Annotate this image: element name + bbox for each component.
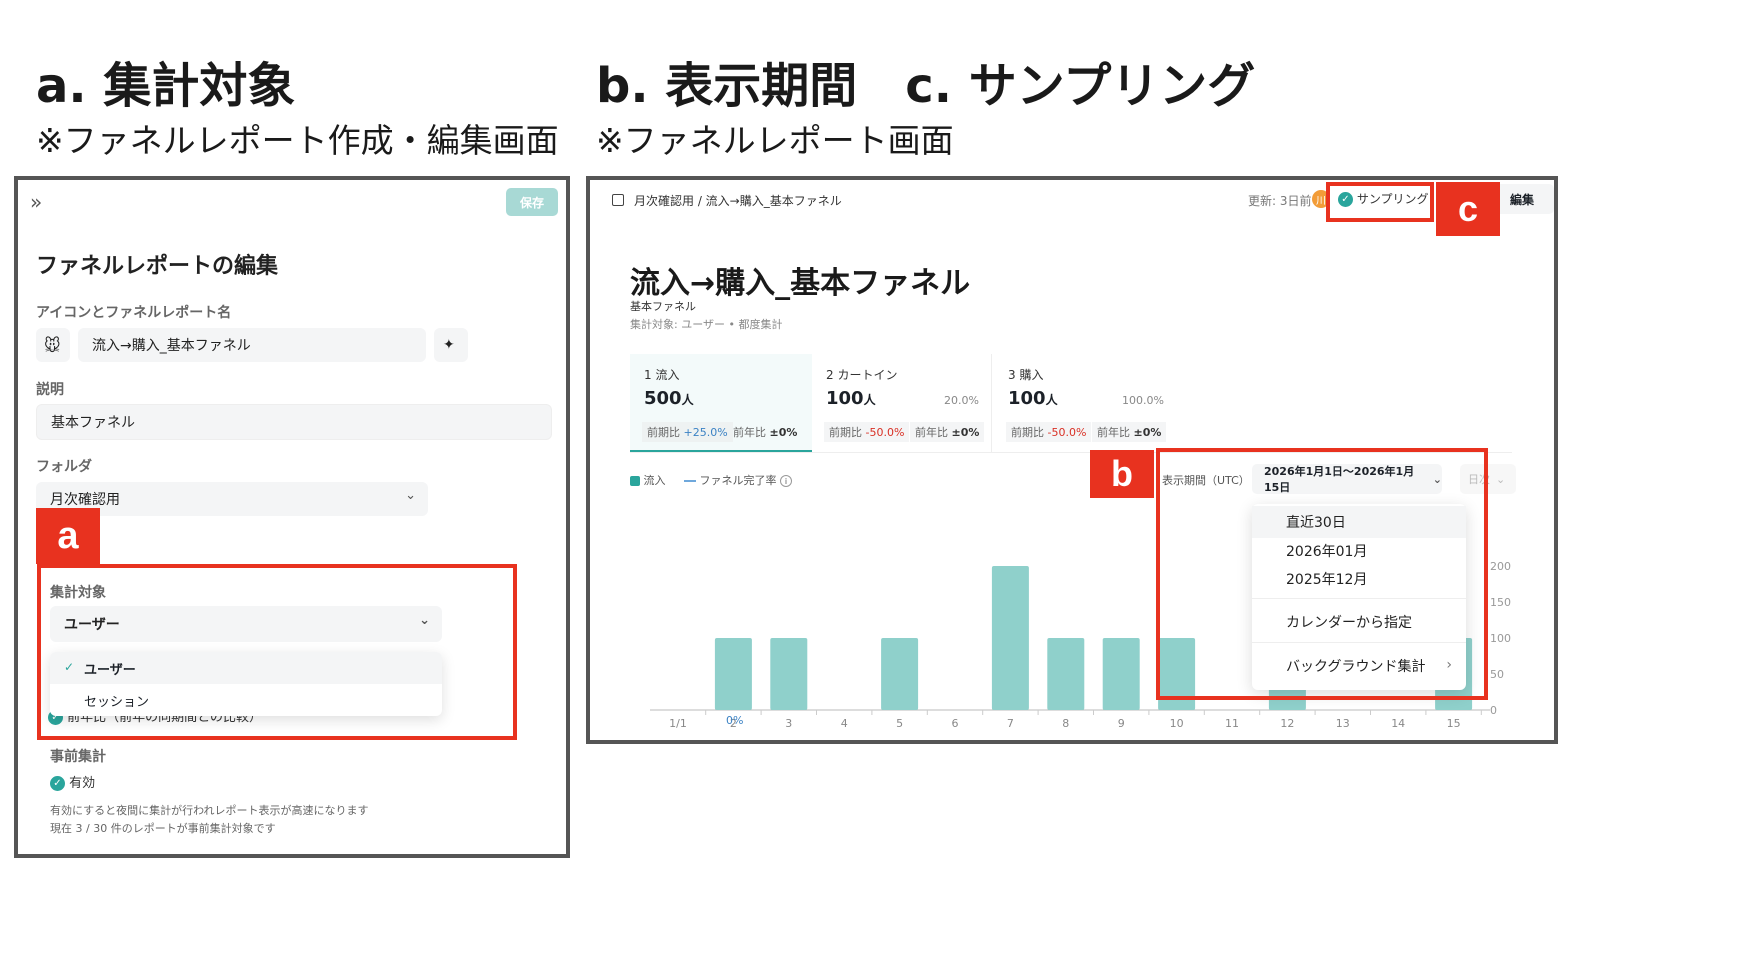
- x-tick-label: 3: [785, 717, 792, 730]
- save-button[interactable]: 保存: [506, 188, 558, 216]
- bar[interactable]: [991, 566, 1029, 710]
- bar[interactable]: [881, 638, 919, 710]
- desc-label: 説明: [36, 382, 64, 398]
- x-tick-label: 12: [1280, 717, 1294, 730]
- check-icon: ✓: [50, 776, 65, 791]
- y-tick-label: 50: [1490, 668, 1504, 681]
- x-tick-label: 1/1: [669, 717, 687, 730]
- note-2: 現在 3 / 30 件のレポートが事前集計対象です: [50, 822, 276, 835]
- bar[interactable]: [1102, 638, 1140, 710]
- name-label: アイコンとファネルレポート名: [36, 305, 232, 321]
- highlight-a: [37, 564, 517, 740]
- highlight-b: [1156, 448, 1488, 700]
- note-1: 有効にすると夜間に集計が行われレポート表示が高速になります: [50, 804, 369, 817]
- folder-label: フォルダ: [36, 459, 92, 475]
- editor-title: ファネルレポートの編集: [36, 254, 279, 279]
- tag-a: a: [36, 508, 100, 564]
- rate-zero-label: 0%: [726, 714, 744, 727]
- x-tick-label: 8: [1062, 717, 1069, 730]
- x-tick-label: 9: [1118, 717, 1125, 730]
- bar[interactable]: [714, 638, 752, 710]
- desc-input[interactable]: 基本ファネル: [36, 404, 552, 440]
- subheading-a: ※ファネルレポート作成・編集画面: [36, 121, 559, 160]
- chevron-down-icon: ⌄: [405, 488, 416, 503]
- x-tick-label: 4: [841, 717, 848, 730]
- x-tick-label: 7: [1007, 717, 1014, 730]
- folder-value: 月次確認用: [50, 492, 120, 508]
- heading-b: b. 表示期間 c. サンプリング: [596, 58, 1256, 114]
- name-input[interactable]: 流入→購入_基本ファネル: [78, 328, 426, 362]
- x-tick-label: 10: [1170, 717, 1184, 730]
- subheading-b: ※ファネルレポート画面: [596, 121, 954, 160]
- precalc-value: 有効: [69, 776, 96, 791]
- y-tick-label: 0: [1490, 704, 1497, 717]
- sparkle-icon[interactable]: ✦: [434, 328, 468, 362]
- bar[interactable]: [770, 638, 808, 710]
- expand-icon[interactable]: »: [30, 190, 42, 214]
- tag-b: b: [1090, 450, 1154, 498]
- bar[interactable]: [1047, 638, 1085, 710]
- x-tick-label: 5: [896, 717, 903, 730]
- icon-picker[interactable]: 🐭: [36, 328, 70, 362]
- x-tick-label: 6: [952, 717, 959, 730]
- x-tick-label: 15: [1447, 717, 1461, 730]
- precalc-label: 事前集計: [50, 749, 106, 765]
- editor-panel: » 保存 ファネルレポートの編集 アイコンとファネルレポート名 🐭 流入→購入_…: [14, 176, 570, 858]
- report-panel: 月次確認用 / 流入→購入_基本ファネル 更新: 3日前 川 ✓ サンプリング …: [586, 176, 1558, 744]
- x-tick-label: 13: [1336, 717, 1350, 730]
- x-tick-label: 14: [1391, 717, 1405, 730]
- heading-a: a. 集計対象: [36, 58, 296, 114]
- precalc-option[interactable]: ✓ 有効: [50, 772, 95, 791]
- y-tick-label: 200: [1490, 560, 1511, 573]
- y-tick-label: 150: [1490, 596, 1511, 609]
- x-tick-label: 11: [1225, 717, 1239, 730]
- y-tick-label: 100: [1490, 632, 1511, 645]
